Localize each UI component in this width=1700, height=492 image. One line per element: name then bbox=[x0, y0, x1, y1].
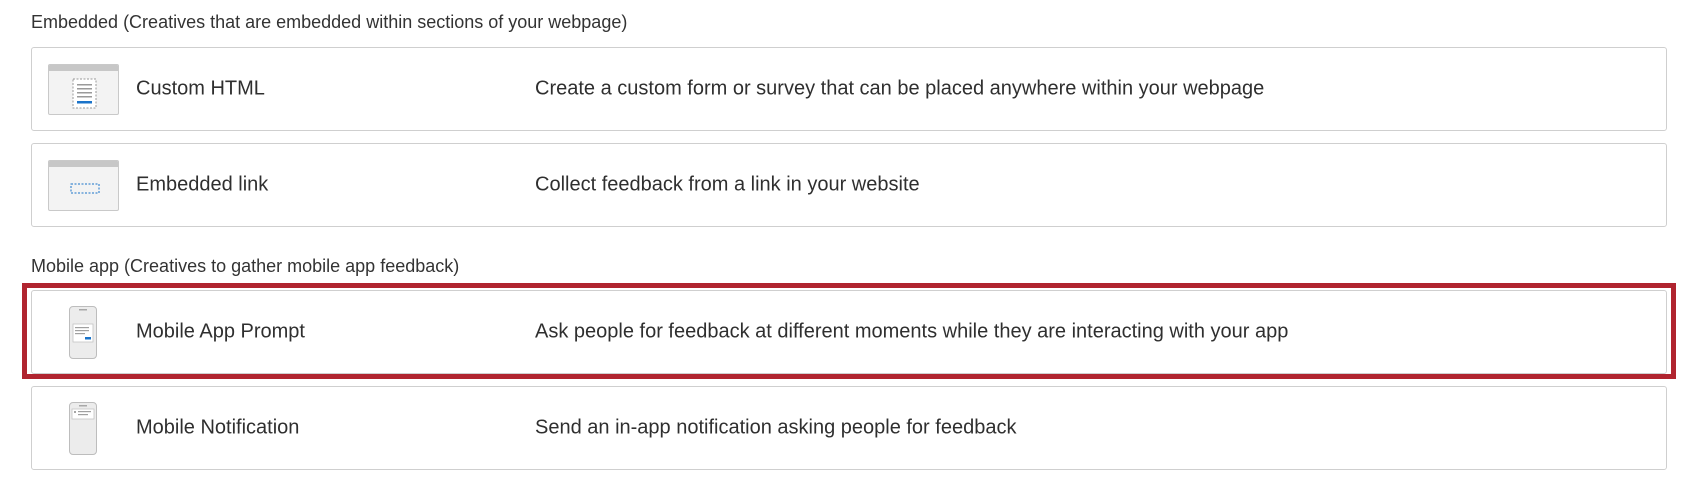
creative-name: Mobile Notification bbox=[136, 416, 300, 439]
creative-description: Send an in-app notification asking peopl… bbox=[535, 416, 1017, 439]
creative-card-custom-html[interactable]: Custom HTML Create a custom form or surv… bbox=[31, 47, 1667, 131]
creative-description: Collect feedback from a link in your web… bbox=[535, 173, 920, 196]
creative-card-mobile-app-prompt[interactable]: Mobile App Prompt Ask people for feedbac… bbox=[31, 290, 1667, 374]
section-label-embedded: Embedded (Creatives that are embedded wi… bbox=[31, 12, 628, 32]
creative-name: Mobile App Prompt bbox=[136, 320, 305, 343]
custom-html-browser-icon bbox=[48, 64, 119, 115]
embedded-link-browser-icon bbox=[48, 160, 119, 211]
creative-card-embedded-link[interactable]: Embedded link Collect feedback from a li… bbox=[31, 143, 1667, 227]
mobile-notification-phone-icon bbox=[69, 402, 97, 455]
creative-name: Embedded link bbox=[136, 173, 269, 196]
creative-name: Custom HTML bbox=[136, 77, 265, 100]
creative-description: Ask people for feedback at different mom… bbox=[535, 320, 1289, 343]
creative-description: Create a custom form or survey that can … bbox=[535, 77, 1265, 100]
mobile-prompt-phone-icon bbox=[69, 306, 97, 359]
creative-card-mobile-notification[interactable]: Mobile Notification Send an in-app notif… bbox=[31, 386, 1667, 470]
section-label-mobile-app: Mobile app (Creatives to gather mobile a… bbox=[31, 256, 460, 276]
